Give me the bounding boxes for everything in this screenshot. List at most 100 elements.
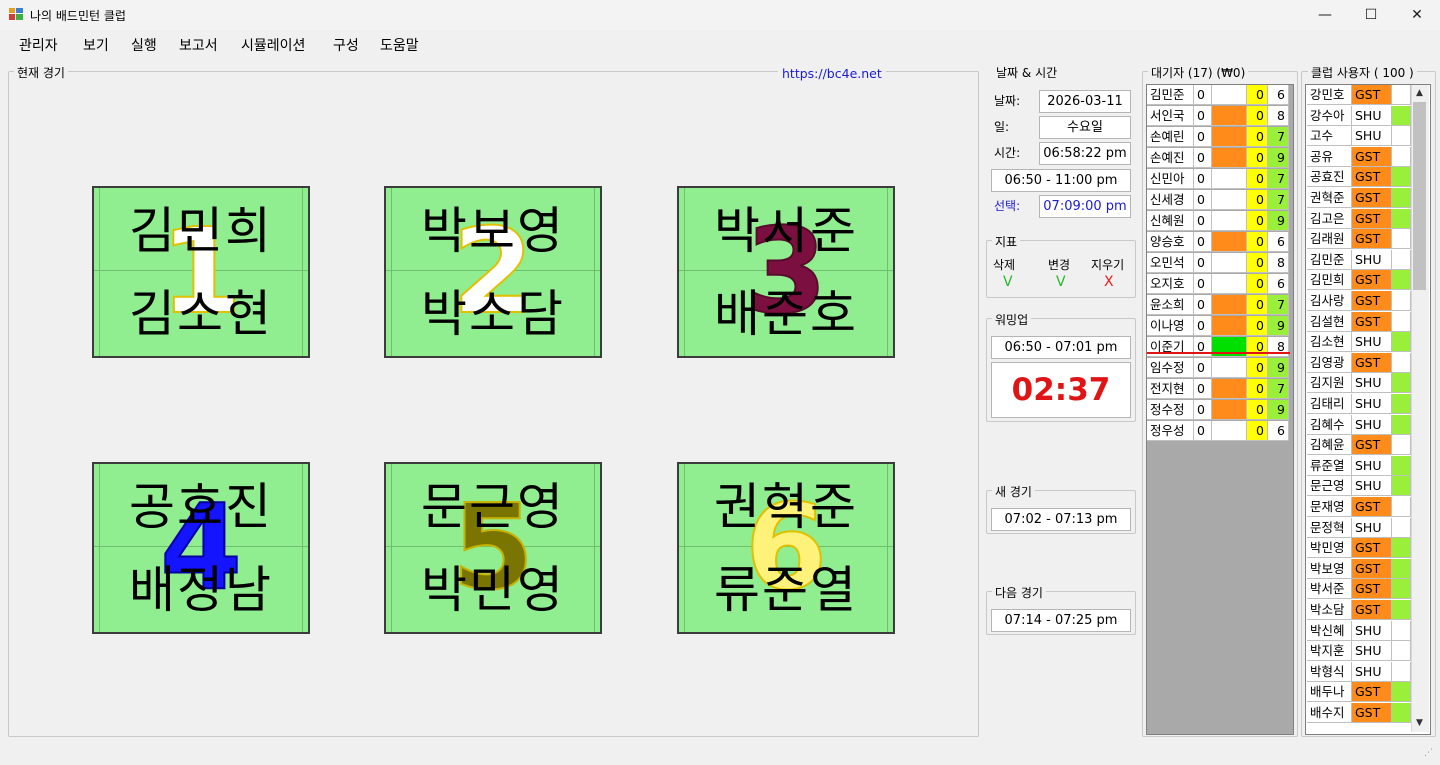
day-label: 일: bbox=[994, 120, 1010, 134]
title-bar[interactable] bbox=[0, 0, 1440, 30]
member-row[interactable]: 박지훈 SHU bbox=[1307, 641, 1411, 662]
member-row[interactable]: 배두나 GST bbox=[1307, 682, 1411, 703]
queue-status-cell bbox=[1212, 148, 1247, 168]
court-4[interactable]: 4 공효진 배정남 bbox=[92, 462, 310, 634]
minimize-button[interactable]: — bbox=[1302, 0, 1348, 30]
queue-row[interactable]: 신세경 0 0 7 bbox=[1147, 190, 1290, 211]
scrollbar-thumb[interactable] bbox=[1413, 102, 1426, 290]
member-row[interactable]: 문근영 SHU bbox=[1307, 476, 1411, 497]
queue-row[interactable]: 신민아 0 0 7 bbox=[1147, 169, 1290, 190]
queue-status-cell bbox=[1212, 274, 1247, 294]
member-row[interactable]: 김혜윤 GST bbox=[1307, 435, 1411, 456]
queue-row[interactable]: 임수정 0 0 9 bbox=[1147, 358, 1290, 379]
indicator-clear-mark[interactable]: X bbox=[1104, 274, 1114, 290]
member-row[interactable]: 강민호 GST bbox=[1307, 85, 1411, 106]
queue-row[interactable]: 전지현 0 0 7 bbox=[1147, 379, 1290, 400]
menu-report[interactable]: 보고서 bbox=[179, 35, 218, 55]
member-row[interactable]: 박신혜 SHU bbox=[1307, 620, 1411, 642]
member-row[interactable]: 박민영 GST bbox=[1307, 538, 1411, 559]
member-row[interactable]: 김설현 GST bbox=[1307, 311, 1411, 333]
queue-player-name: 서인국 bbox=[1147, 106, 1194, 126]
queue-row[interactable]: 신혜원 0 0 9 bbox=[1147, 211, 1290, 232]
member-row[interactable]: 박보영 GST bbox=[1307, 558, 1411, 580]
court-2[interactable]: 2 박보영 박소담 bbox=[384, 186, 602, 358]
court-3[interactable]: 3 박서준 배준호 bbox=[677, 186, 895, 358]
member-type: GST bbox=[1352, 538, 1392, 559]
member-type: GST bbox=[1352, 558, 1392, 579]
member-row[interactable]: 김태리 SHU bbox=[1307, 394, 1411, 415]
indicator-delete-mark[interactable]: V bbox=[1003, 274, 1013, 290]
member-row[interactable]: 공유 GST bbox=[1307, 146, 1411, 168]
member-name: 문재영 bbox=[1307, 497, 1352, 517]
court-5[interactable]: 5 문근영 박민영 bbox=[384, 462, 602, 634]
menu-view[interactable]: 보기 bbox=[83, 35, 109, 55]
member-row[interactable]: 김혜수 SHU bbox=[1307, 414, 1411, 436]
menu-run[interactable]: 실행 bbox=[131, 35, 157, 55]
queue-row[interactable]: 손예린 0 0 7 bbox=[1147, 127, 1290, 148]
indicator-change-mark[interactable]: V bbox=[1056, 274, 1066, 290]
member-row[interactable]: 김민희 GST bbox=[1307, 270, 1411, 291]
indicator-change-label: 변경 bbox=[1048, 258, 1071, 272]
member-row[interactable]: 권혁준 GST bbox=[1307, 188, 1411, 209]
scroll-up-icon[interactable]: ▲ bbox=[1413, 86, 1426, 100]
member-row[interactable]: 문정혁 SHU bbox=[1307, 517, 1411, 539]
queue-level: 6 bbox=[1268, 232, 1289, 252]
select-time-field[interactable]: 07:09:00 pm bbox=[1039, 195, 1131, 218]
queue-row[interactable]: 오민석 0 0 8 bbox=[1147, 253, 1290, 274]
member-row[interactable]: 강수아 SHU bbox=[1307, 105, 1411, 127]
menu-simulation[interactable]: 시뮬레이션 bbox=[241, 35, 305, 55]
member-row[interactable]: 김지원 SHU bbox=[1307, 373, 1411, 394]
queue-row[interactable]: 오지호 0 0 6 bbox=[1147, 274, 1290, 295]
member-row[interactable]: 김사랑 GST bbox=[1307, 291, 1411, 312]
queue-row[interactable]: 손예진 0 0 9 bbox=[1147, 148, 1290, 169]
menu-admin[interactable]: 관리자 bbox=[19, 35, 58, 55]
member-row[interactable]: 김영광 GST bbox=[1307, 352, 1411, 374]
queue-level: 7 bbox=[1268, 295, 1289, 315]
members-label: 클럽 사용자 ( 100 ) bbox=[1308, 64, 1417, 81]
scroll-down-icon[interactable]: ▼ bbox=[1413, 716, 1426, 730]
member-row[interactable]: 문재영 GST bbox=[1307, 497, 1411, 518]
member-row[interactable]: 김고은 GST bbox=[1307, 208, 1411, 230]
member-row[interactable]: 류준열 SHU bbox=[1307, 455, 1411, 477]
member-row[interactable]: 배수지 GST bbox=[1307, 703, 1411, 724]
member-row[interactable]: 공효진 GST bbox=[1307, 167, 1411, 188]
queue-row[interactable]: 이나영 0 0 9 bbox=[1147, 316, 1290, 337]
queue-row[interactable]: 이준기 0 0 8 bbox=[1147, 337, 1290, 358]
menu-settings[interactable]: 구성 bbox=[333, 35, 359, 55]
member-row[interactable]: 김래원 GST bbox=[1307, 229, 1411, 250]
queue-level: 9 bbox=[1268, 316, 1289, 336]
menu-help[interactable]: 도움말 bbox=[380, 35, 419, 55]
member-name: 김영광 bbox=[1307, 352, 1352, 373]
resize-grip-icon[interactable]: ⋰ bbox=[1424, 748, 1433, 758]
queue-row[interactable]: 김민준 0 0 6 bbox=[1147, 85, 1290, 106]
member-type: SHU bbox=[1352, 394, 1392, 414]
queue-player-name: 정우성 bbox=[1147, 421, 1194, 441]
member-row[interactable]: 김민준 SHU bbox=[1307, 249, 1411, 271]
member-row[interactable]: 박소담 GST bbox=[1307, 600, 1411, 621]
queue-row[interactable]: 윤소희 0 0 7 bbox=[1147, 295, 1290, 316]
queue-games-count: 0 bbox=[1194, 148, 1212, 168]
queue-games-count: 0 bbox=[1194, 316, 1212, 336]
member-name: 류준열 bbox=[1307, 455, 1352, 476]
maximize-button[interactable]: ☐ bbox=[1348, 0, 1394, 30]
member-status-cell bbox=[1392, 476, 1411, 497]
queue-status-cell bbox=[1212, 190, 1247, 210]
next-game-range-field: 07:14 - 07:25 pm bbox=[991, 609, 1131, 632]
queue-status-cell bbox=[1212, 421, 1247, 441]
member-row[interactable]: 김소현 SHU bbox=[1307, 332, 1411, 353]
queue-row[interactable]: 정수정 0 0 9 bbox=[1147, 400, 1290, 421]
queue-status-cell bbox=[1212, 169, 1247, 189]
queue-row[interactable]: 양승호 0 0 6 bbox=[1147, 232, 1290, 253]
member-row[interactable]: 박서준 GST bbox=[1307, 579, 1411, 600]
close-button[interactable]: ✕ bbox=[1394, 0, 1440, 30]
queue-row[interactable]: 정우성 0 0 6 bbox=[1147, 421, 1290, 442]
queue-games-count: 0 bbox=[1194, 358, 1212, 378]
session-range-field: 06:50 - 11:00 pm bbox=[991, 169, 1131, 192]
member-row[interactable]: 박형식 SHU bbox=[1307, 661, 1411, 683]
court-1[interactable]: 1 김민희 김소현 bbox=[92, 186, 310, 358]
queue-games-count: 0 bbox=[1194, 379, 1212, 399]
court-6[interactable]: 6 권혁준 류준열 bbox=[677, 462, 895, 634]
queue-row[interactable]: 서인국 0 0 8 bbox=[1147, 106, 1290, 127]
member-row[interactable]: 고수 SHU bbox=[1307, 126, 1411, 147]
website-link[interactable]: https://bc4e.net bbox=[778, 66, 886, 81]
